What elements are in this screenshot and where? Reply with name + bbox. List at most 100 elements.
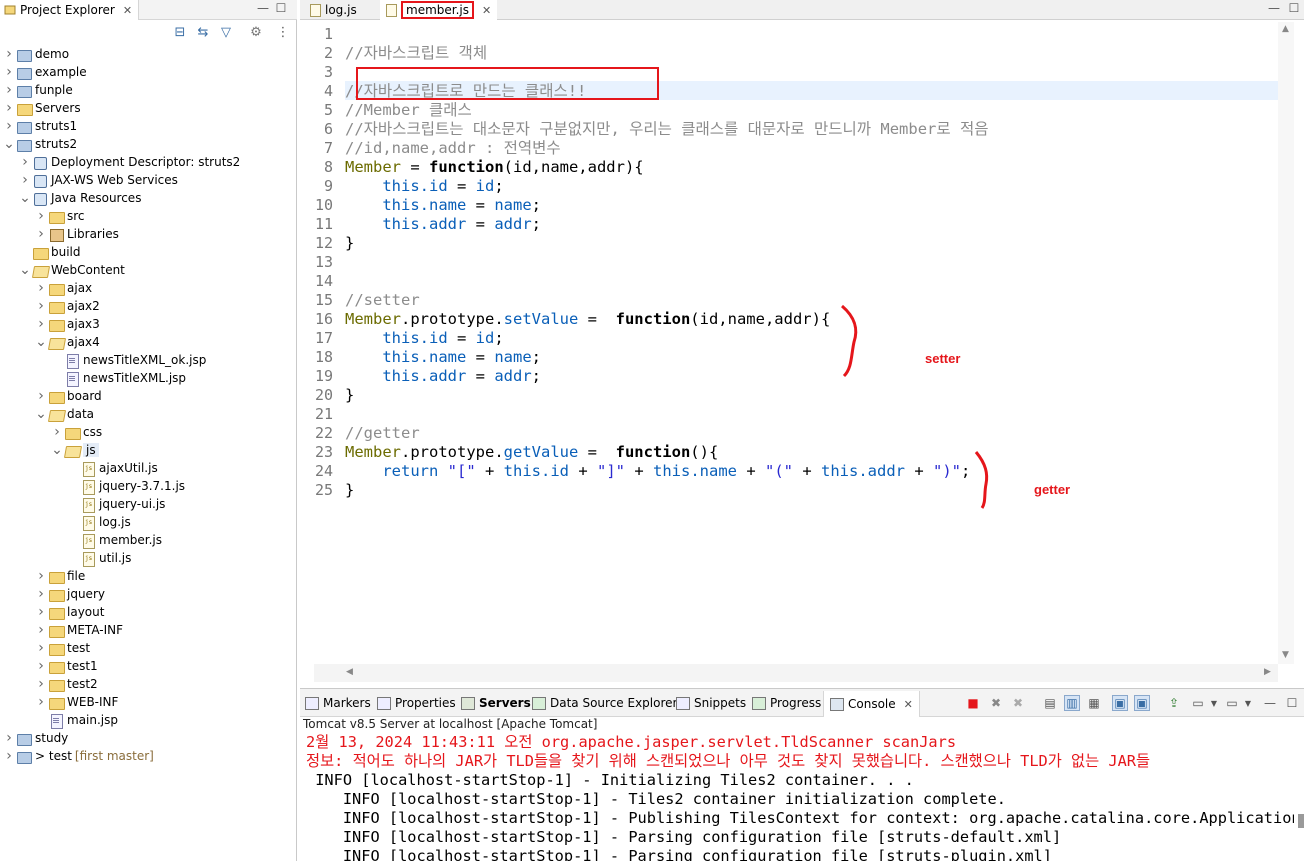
scroll-up-icon[interactable]: ▲ <box>1282 24 1289 34</box>
tree-item[interactable]: › test <box>0 639 297 657</box>
tree-item[interactable]: › Deployment Descriptor: struts2 <box>0 153 297 171</box>
scroll-lock-icon[interactable]: ▥ <box>1064 695 1080 711</box>
tree-item[interactable]: jquery-3.7.1.js <box>0 477 297 495</box>
tree-item[interactable]: main.jsp <box>0 711 297 729</box>
tree-item[interactable]: ⌄ ajax4 <box>0 333 297 351</box>
chevron-down-icon[interactable]: ⌄ <box>34 406 48 422</box>
console-output[interactable]: 2월 13, 2024 11:43:11 오전 org.apache.jaspe… <box>300 733 1294 861</box>
tree-item[interactable]: ⌄ js <box>0 441 297 459</box>
tree-item[interactable]: › test1 <box>0 657 297 675</box>
chevron-down-icon[interactable]: ⌄ <box>34 334 48 350</box>
chevron-down-icon[interactable]: ⌄ <box>50 442 64 458</box>
scroll-down-icon[interactable]: ▼ <box>1282 650 1289 660</box>
tree-item[interactable]: › ajax <box>0 279 297 297</box>
show-on-stdout-icon[interactable]: ▣ <box>1112 695 1128 711</box>
maximize-icon[interactable]: ☐ <box>273 1 289 15</box>
tab-servers[interactable]: Servers <box>461 694 531 712</box>
chevron-right-icon[interactable]: › <box>2 46 16 62</box>
tab-progress[interactable]: Progress <box>752 694 821 712</box>
tab-markers[interactable]: Markers <box>305 694 371 712</box>
tab-console[interactable]: Console ✕ <box>823 691 920 717</box>
tree-item[interactable]: › ajax3 <box>0 315 297 333</box>
chevron-right-icon[interactable]: › <box>2 748 16 764</box>
chevron-right-icon[interactable]: › <box>18 154 32 170</box>
scroll-right-icon[interactable]: ▶ <box>1264 667 1271 677</box>
chevron-right-icon[interactable]: › <box>34 622 48 638</box>
show-on-stderr-icon[interactable]: ▣ <box>1134 695 1150 711</box>
chevron-down-icon[interactable]: ⌄ <box>2 136 16 152</box>
tree-item[interactable]: ajaxUtil.js <box>0 459 297 477</box>
word-wrap-icon[interactable]: ▦ <box>1086 695 1102 711</box>
tree-item[interactable]: › Servers <box>0 99 297 117</box>
tree-item[interactable]: › JAX-WS Web Services <box>0 171 297 189</box>
tree-item[interactable]: build <box>0 243 297 261</box>
tab-properties[interactable]: Properties <box>377 694 456 712</box>
console-scroll-thumb[interactable] <box>1298 814 1304 828</box>
chevron-right-icon[interactable]: › <box>34 316 48 332</box>
maximize-icon[interactable]: ☐ <box>1286 1 1302 15</box>
link-with-editor-icon[interactable]: ⇆ <box>195 24 211 40</box>
vertical-scrollbar[interactable]: ▲ ▼ <box>1278 22 1294 664</box>
tab-project-explorer[interactable]: Project Explorer ✕ <box>0 0 140 20</box>
clear-console-icon[interactable]: ▤ <box>1042 695 1058 711</box>
chevron-right-icon[interactable]: › <box>2 82 16 98</box>
tree-item[interactable]: ⌄ Java Resources <box>0 189 297 207</box>
chevron-right-icon[interactable]: › <box>34 604 48 620</box>
close-icon[interactable]: ✕ <box>482 4 491 17</box>
tree-item[interactable]: › demo <box>0 45 297 63</box>
tree-item[interactable]: › study <box>0 729 297 747</box>
chevron-right-icon[interactable]: › <box>2 100 16 116</box>
tab-member-js[interactable]: member.js ✕ <box>380 0 498 20</box>
chevron-down-icon[interactable]: ⌄ <box>18 190 32 206</box>
tree-item[interactable]: › file <box>0 567 297 585</box>
horizontal-scrollbar[interactable]: ◀ ▶ <box>314 664 1278 682</box>
open-console-icon[interactable]: ▭ <box>1224 695 1240 711</box>
tree-item[interactable]: ⌄ data <box>0 405 297 423</box>
chevron-right-icon[interactable]: › <box>34 208 48 224</box>
tree-item[interactable]: › > test [first master] <box>0 747 297 765</box>
pin-console-icon[interactable]: ⇪ <box>1166 695 1182 711</box>
minimize-icon[interactable]: — <box>255 1 271 15</box>
tree-item[interactable]: newsTitleXML.jsp <box>0 369 297 387</box>
close-icon[interactable]: ✕ <box>123 4 132 17</box>
tree-item[interactable]: › Libraries <box>0 225 297 243</box>
chevron-down-icon[interactable]: ▼ <box>1240 695 1256 711</box>
view-menu-icon[interactable]: ⋮ <box>275 24 291 40</box>
minimize-icon[interactable]: — <box>1262 695 1278 711</box>
tree-item[interactable]: › struts1 <box>0 117 297 135</box>
chevron-right-icon[interactable]: › <box>34 676 48 692</box>
tree-item[interactable]: › src <box>0 207 297 225</box>
tree-item[interactable]: › ajax2 <box>0 297 297 315</box>
tree-item[interactable]: › META-INF <box>0 621 297 639</box>
chevron-right-icon[interactable]: › <box>34 586 48 602</box>
tree-item[interactable]: jquery-ui.js <box>0 495 297 513</box>
tree-item[interactable]: › css <box>0 423 297 441</box>
tree-item[interactable]: member.js <box>0 531 297 549</box>
chevron-right-icon[interactable]: › <box>34 226 48 242</box>
tab-log-js[interactable]: log.js <box>304 0 363 20</box>
chevron-right-icon[interactable]: › <box>34 568 48 584</box>
tree-item[interactable]: log.js <box>0 513 297 531</box>
collapse-all-icon[interactable]: ⊟ <box>172 24 188 40</box>
tab-snippets[interactable]: Snippets <box>676 694 746 712</box>
filter-icon[interactable]: ▽ <box>218 24 234 40</box>
chevron-right-icon[interactable]: › <box>50 424 64 440</box>
chevron-right-icon[interactable]: › <box>2 118 16 134</box>
chevron-right-icon[interactable]: › <box>2 730 16 746</box>
minimize-icon[interactable]: — <box>1266 1 1282 15</box>
terminate-icon[interactable]: ■ <box>965 695 981 711</box>
chevron-right-icon[interactable]: › <box>34 388 48 404</box>
scroll-left-icon[interactable]: ◀ <box>346 667 353 677</box>
tree-item[interactable]: › funple <box>0 81 297 99</box>
tree-item[interactable]: › board <box>0 387 297 405</box>
maximize-icon[interactable]: ☐ <box>1284 695 1300 711</box>
tree-item[interactable]: › jquery <box>0 585 297 603</box>
tree-item[interactable]: › WEB-INF <box>0 693 297 711</box>
tree-item[interactable]: › test2 <box>0 675 297 693</box>
chevron-right-icon[interactable]: › <box>34 640 48 656</box>
chevron-right-icon[interactable]: › <box>2 64 16 80</box>
tree-item[interactable]: › example <box>0 63 297 81</box>
chevron-right-icon[interactable]: › <box>34 298 48 314</box>
tree-item[interactable]: ⌄ WebContent <box>0 261 297 279</box>
chevron-right-icon[interactable]: › <box>18 172 32 188</box>
